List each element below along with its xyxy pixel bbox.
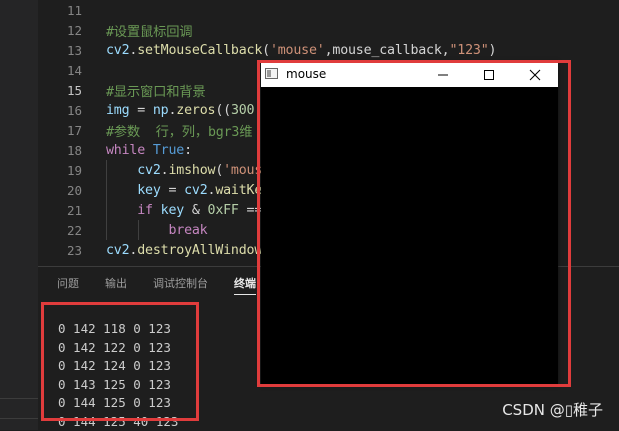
line-number: 15: [38, 83, 82, 98]
code-text: while True:: [106, 143, 192, 158]
code-token: imshow: [168, 163, 215, 178]
code-token: while: [106, 143, 145, 158]
indent-guide: [106, 160, 107, 180]
code-token: &: [184, 203, 207, 218]
code-token: 300: [231, 103, 254, 118]
line-number: 11: [38, 3, 82, 18]
code-token: :: [184, 143, 192, 158]
code-text: cv2.imshow('mous: [106, 163, 262, 178]
code-token: ): [489, 43, 497, 58]
line-number: 22: [38, 223, 82, 238]
panel-tab[interactable]: 终端: [234, 267, 256, 301]
code-text: cv2.setMouseCallback('mouse',mouse_callb…: [106, 43, 496, 58]
code-token: waitKe: [215, 183, 262, 198]
line-number: 17: [38, 123, 82, 138]
terminal-highlight-box: [41, 302, 199, 421]
code-token: #显示窗口和背景: [106, 85, 205, 100]
code-token: key: [137, 183, 160, 198]
code-line[interactable]: 11: [38, 0, 619, 20]
code-text: break: [106, 223, 207, 238]
code-text: cv2.destroyAllWindow: [106, 243, 262, 258]
line-number: 14: [38, 63, 82, 78]
code-token: #设置鼠标回调: [106, 25, 192, 40]
code-token: =: [161, 183, 184, 198]
code-line[interactable]: 13 cv2.setMouseCallback('mouse',mouse_cal…: [38, 40, 619, 60]
code-token: cv2: [137, 163, 160, 178]
indent-guide: [106, 220, 107, 240]
panel-tab[interactable]: 问题: [57, 267, 79, 301]
panel-tab[interactable]: 调试控制台: [153, 267, 208, 301]
window-highlight-box: [257, 60, 571, 387]
panel-tabs: 问题输出调试控制台终端: [38, 267, 263, 301]
code-token: ((: [215, 103, 231, 118]
line-number: 21: [38, 203, 82, 218]
code-line[interactable]: 12 #设置鼠标回调: [38, 20, 619, 40]
code-token: (: [215, 163, 223, 178]
code-token: np: [153, 103, 169, 118]
indent-guide: [106, 180, 107, 200]
code-text: if key & 0xFF ==: [106, 203, 262, 218]
code-token: zeros: [176, 103, 215, 118]
code-token: break: [168, 223, 207, 238]
code-token: destroyAllWindow: [137, 243, 262, 258]
code-token: 'mouse': [270, 43, 325, 58]
code-token: [145, 143, 153, 158]
line-number: 13: [38, 43, 82, 58]
line-number: 23: [38, 243, 82, 258]
line-number: 19: [38, 163, 82, 178]
code-text: #显示窗口和背景: [106, 81, 205, 100]
line-number: 18: [38, 143, 82, 158]
code-text: img = np.zeros((300,: [106, 103, 262, 118]
panel-tab[interactable]: 输出: [105, 267, 127, 301]
activity-divider: [0, 398, 38, 399]
code-token: #参数 行，列，bgr3维: [106, 125, 252, 140]
code-token: mouse_callback: [332, 43, 441, 58]
code-token: [153, 203, 161, 218]
code-text: #设置鼠标回调: [106, 21, 192, 40]
code-token: 0xFF: [208, 203, 239, 218]
line-number: 20: [38, 183, 82, 198]
code-text: #参数 行，列，bgr3维: [106, 121, 252, 140]
code-token: cv2: [106, 43, 129, 58]
code-token: True: [153, 143, 184, 158]
code-token: =: [129, 103, 152, 118]
indent-guide: [138, 220, 139, 240]
code-token: "123": [449, 43, 488, 58]
code-token: cv2: [184, 183, 207, 198]
activity-divider: [0, 418, 38, 419]
line-number: 16: [38, 103, 82, 118]
code-token: img: [106, 103, 129, 118]
code-token: (: [262, 43, 270, 58]
code-token: cv2: [106, 243, 129, 258]
indent-guide: [106, 200, 107, 220]
activity-bar: [0, 0, 38, 430]
watermark: CSDN @▯稚子: [502, 399, 603, 420]
code-text: key = cv2.waitKe: [106, 183, 262, 198]
code-token: if: [137, 203, 153, 218]
code-token: key: [161, 203, 184, 218]
code-token: setMouseCallback: [137, 43, 262, 58]
line-number: 12: [38, 23, 82, 38]
